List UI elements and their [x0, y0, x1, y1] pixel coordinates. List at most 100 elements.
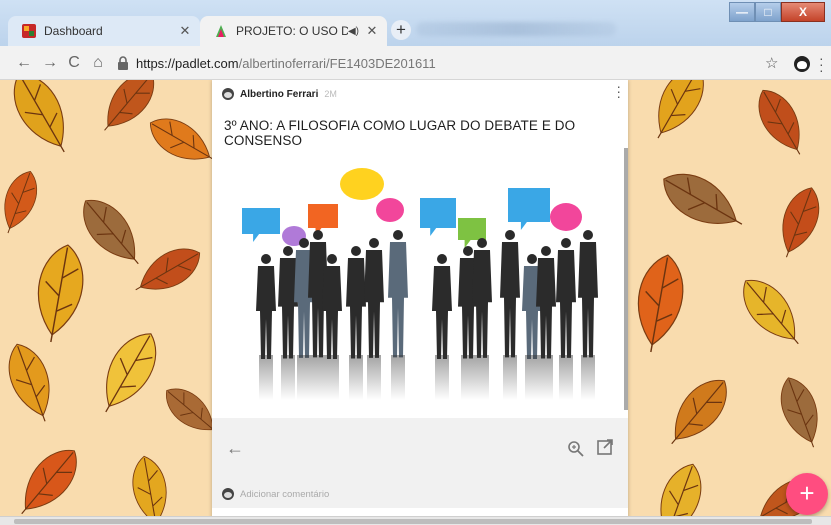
comment-placeholder: Adicionar comentário — [240, 488, 330, 500]
reflection — [475, 355, 489, 400]
leaf-decoration — [663, 173, 743, 225]
reflection — [391, 355, 405, 400]
leaf-decoration — [743, 280, 799, 345]
leaf-decoration — [671, 380, 727, 445]
person-silhouette — [278, 246, 298, 359]
reflection — [325, 355, 339, 400]
person-silhouette — [256, 254, 276, 359]
leaf-decoration — [13, 80, 65, 153]
speech-bubble — [242, 208, 280, 242]
padlet-favicon-icon — [216, 25, 226, 37]
forward-arrow-icon[interactable]: → — [40, 53, 60, 73]
leaf-decoration — [8, 343, 50, 422]
audio-playing-icon[interactable]: ◀) — [348, 26, 359, 37]
avatar — [222, 88, 234, 100]
tab-padlet[interactable]: PROJETO: O USO DAS TECN ◀) ✕ — [200, 16, 387, 46]
person-silhouette — [322, 254, 342, 359]
post-actions: ← Adicionar comentário — [212, 418, 628, 508]
reflection — [503, 355, 517, 400]
person-silhouette — [472, 238, 492, 358]
reload-icon[interactable]: C — [64, 53, 84, 73]
minimize-button[interactable]: — — [729, 2, 755, 22]
open-external-icon[interactable] — [596, 438, 614, 456]
person-silhouette — [364, 238, 384, 358]
leaf-decoration — [780, 377, 818, 448]
leaf-decoration — [132, 455, 167, 516]
url-path: /albertinoferrari/FE1403DE201611 — [238, 55, 436, 71]
person-silhouette — [432, 254, 452, 359]
padlet-page: Albertino Ferrari 2M · · · 3º ANO: A FILOS… — [0, 80, 831, 516]
speech-bubble — [308, 204, 338, 236]
new-tab-button[interactable]: + — [391, 20, 411, 40]
person-silhouette — [578, 230, 598, 358]
reflection — [581, 355, 595, 400]
blurred-window-title — [416, 22, 616, 36]
reflection — [297, 355, 311, 400]
post-menu-icon[interactable]: · · · — [616, 80, 621, 103]
leaf-decoration — [105, 333, 157, 413]
leaf-decoration — [758, 89, 801, 155]
image-scrollbar[interactable] — [624, 148, 628, 410]
home-icon[interactable]: ⌂ — [88, 53, 108, 73]
star-icon[interactable]: ☆ — [765, 54, 778, 72]
leaf-decoration — [660, 463, 702, 516]
speech-bubbles — [242, 168, 582, 248]
post-image[interactable] — [220, 148, 626, 410]
person-silhouette — [500, 230, 520, 358]
tab-title: PROJETO: O USO DAS TECN — [236, 24, 348, 38]
reflection — [539, 355, 553, 400]
browser-toolbar: ← → C ⌂ https://padlet.com/albertinoferr… — [0, 46, 831, 80]
horizontal-scrollbar[interactable] — [0, 516, 831, 525]
post-title: 3º ANO: A FILOSOFIA COMO LUGAR DO DEBATE… — [224, 118, 576, 148]
url-host: https://padlet.com — [136, 55, 239, 71]
speech-bubble — [340, 168, 384, 200]
people-reflection — [259, 355, 595, 400]
people-silhouettes — [256, 230, 598, 359]
speech-bubble — [376, 198, 404, 222]
maximize-button[interactable]: □ — [755, 2, 781, 22]
reflection — [281, 355, 295, 400]
close-tab-icon[interactable]: ✕ — [176, 23, 194, 39]
more-vert-icon[interactable]: · · · — [819, 51, 824, 77]
reflection — [435, 355, 449, 400]
reflection — [367, 355, 381, 400]
leaf-decoration — [637, 254, 684, 353]
reflection — [559, 355, 573, 400]
reflection — [259, 355, 273, 400]
close-window-button[interactable]: X — [781, 2, 825, 22]
add-post-button[interactable]: + — [786, 473, 828, 515]
back-arrow-icon[interactable]: ← — [14, 53, 34, 73]
reflection — [349, 355, 363, 400]
address-bar[interactable]: https://padlet.com/albertinoferrari/FE14… — [112, 51, 752, 75]
post-card: Albertino Ferrari 2M · · · 3º ANO: A FILOS… — [212, 80, 628, 516]
window-controls: — □ X — [729, 2, 825, 22]
speech-bubble — [420, 198, 456, 236]
reflection — [311, 355, 325, 400]
reflection — [461, 355, 475, 400]
leaf-decoration — [657, 80, 704, 139]
back-arrow-icon[interactable]: ← — [226, 438, 244, 459]
add-comment-row[interactable]: Adicionar comentário — [222, 488, 329, 500]
tab-bar: Dashboard ✕ PROJETO: O USO DAS TECN ◀) ✕… — [0, 0, 831, 46]
dashboard-favicon-icon — [22, 24, 36, 38]
person-silhouette — [388, 230, 408, 358]
tab-title: Dashboard — [44, 24, 103, 38]
tab-dashboard[interactable]: Dashboard ✕ — [8, 16, 200, 46]
extension-icon[interactable] — [794, 56, 810, 72]
avatar — [222, 488, 234, 500]
person-silhouette — [346, 246, 366, 359]
leaf-decoration — [37, 244, 84, 343]
scrollbar-thumb[interactable] — [14, 519, 812, 524]
speech-bubble — [508, 188, 550, 230]
post-author-row: Albertino Ferrari 2M — [222, 88, 337, 100]
person-silhouette — [556, 238, 576, 358]
leaf-decoration — [83, 200, 139, 265]
close-tab-icon[interactable]: ✕ — [363, 23, 381, 39]
speech-bubble — [550, 203, 582, 231]
leaf-decoration — [4, 170, 38, 234]
reflection — [525, 355, 539, 400]
zoom-icon[interactable] — [567, 440, 585, 458]
leaf-decoration — [135, 248, 201, 291]
leaf-decoration — [149, 118, 215, 161]
post-time: 2M — [324, 89, 337, 99]
